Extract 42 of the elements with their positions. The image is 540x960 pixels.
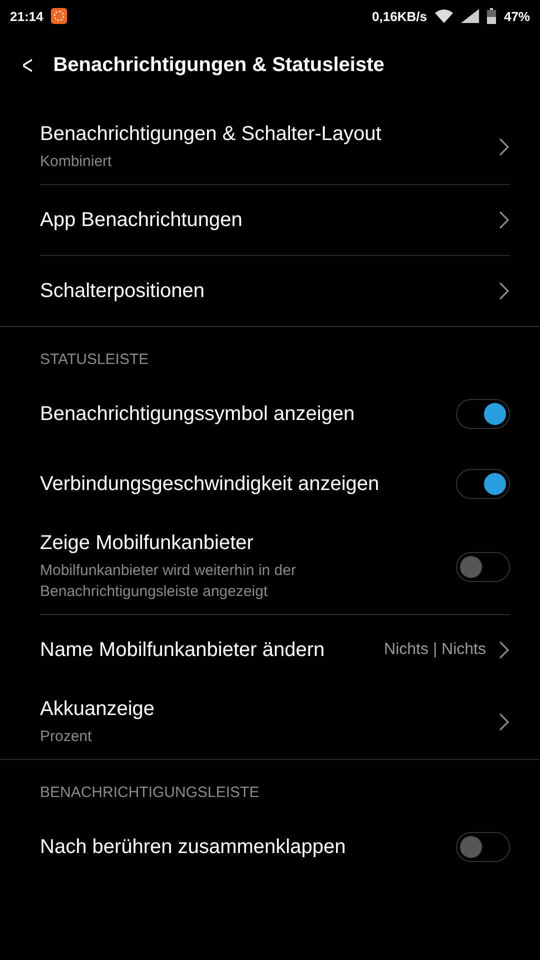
signal-icon bbox=[460, 9, 479, 23]
section-heading: STATUSLEISTE bbox=[39, 350, 150, 370]
settings-row[interactable]: Akkuanzeige Prozent bbox=[40, 685, 510, 759]
chevron-icon bbox=[498, 281, 510, 301]
back-button[interactable]: < bbox=[22, 50, 33, 80]
toggle-switch[interactable] bbox=[456, 552, 510, 582]
battery-icon bbox=[486, 8, 496, 24]
chevron-icon bbox=[498, 712, 510, 732]
setting-subtitle: Kombiniert bbox=[40, 152, 113, 172]
setting-title: Benachrichtigungen & Schalter-Layout bbox=[40, 122, 382, 147]
setting-subtitle: Mobilfunkanbieter wird weiterhin in der Benachrichtigungsleiste angezeigt bbox=[40, 561, 297, 602]
setting-title: Name Mobilfunkanbieter ändern bbox=[40, 638, 326, 662]
settings-row[interactable]: Zeige Mobilfunkanbieter Mobilfunkanbieter wird weiterhin in der Benachrichtigungsleiste angezeigt bbox=[40, 519, 510, 614]
toggle-switch[interactable] bbox=[456, 832, 510, 862]
settings-row[interactable]: Schalterpositionen bbox=[40, 256, 510, 326]
toggle-switch[interactable] bbox=[456, 469, 510, 499]
setting-title: Akkuanzeige bbox=[40, 697, 156, 722]
setting-title: Nach berühren zusammenklappen bbox=[40, 834, 347, 860]
settings-row[interactable]: Nach berühren zusammenklappen bbox=[40, 812, 510, 882]
setting-title: App Benachrichtungen bbox=[40, 208, 244, 232]
wifi-icon bbox=[434, 9, 453, 23]
page-title: Benachrichtigungen & Statusleiste bbox=[53, 54, 384, 76]
setting-title: Benachrichtigungssymbol anzeigen bbox=[40, 402, 356, 426]
settings-row[interactable]: App Benachrichtungen bbox=[40, 185, 510, 255]
toggle-switch[interactable] bbox=[456, 399, 510, 429]
setting-title: Verbindungsgeschwindigkeit anzeigen bbox=[40, 472, 380, 496]
clock: 21:14 bbox=[10, 8, 44, 24]
settings-row[interactable]: Benachrichtigungssymbol anzeigen bbox=[40, 379, 510, 449]
setting-title: Schalterpositionen bbox=[40, 278, 206, 304]
app-notification-icon bbox=[51, 8, 68, 24]
chevron-icon bbox=[498, 137, 510, 157]
chevron-icon bbox=[498, 210, 510, 230]
setting-title: Zeige Mobilfunkanbieter bbox=[40, 531, 254, 556]
settings-row[interactable]: Benachrichtigungen & Schalter-Layout Kombiniert bbox=[40, 110, 510, 184]
battery-percentage: 47% bbox=[504, 8, 530, 24]
settings-row[interactable]: Verbindungsgeschwindigkeit anzeigen bbox=[40, 449, 510, 519]
chevron-icon bbox=[498, 640, 510, 660]
network-speed: 0,16KB/s bbox=[372, 8, 427, 24]
setting-value: Nichts | Nichts bbox=[384, 641, 486, 659]
setting-subtitle: Prozent bbox=[40, 727, 93, 747]
settings-row[interactable]: Name Mobilfunkanbieter ändern Nichts | Nichts bbox=[40, 615, 510, 685]
section-heading: BENACHRICHTIGUNGSLEISTE bbox=[39, 782, 260, 802]
